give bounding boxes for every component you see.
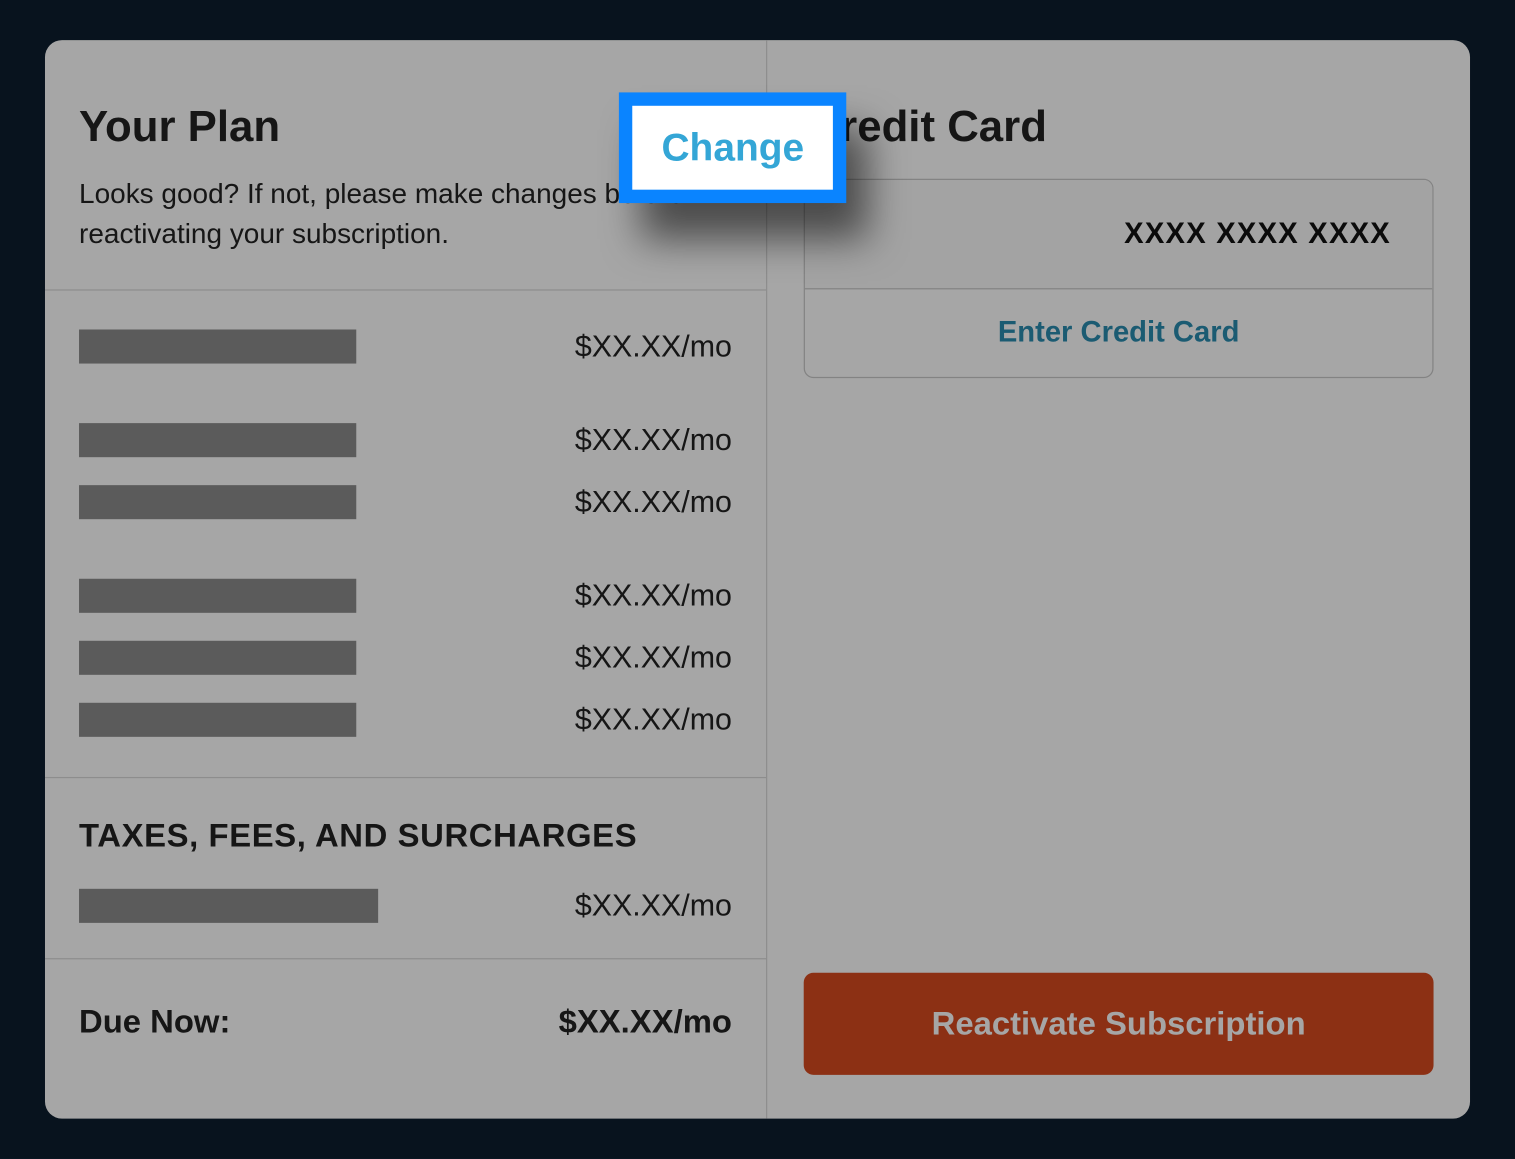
change-plan-button[interactable]: Change	[632, 106, 833, 190]
change-button-highlight: Change	[619, 92, 847, 203]
